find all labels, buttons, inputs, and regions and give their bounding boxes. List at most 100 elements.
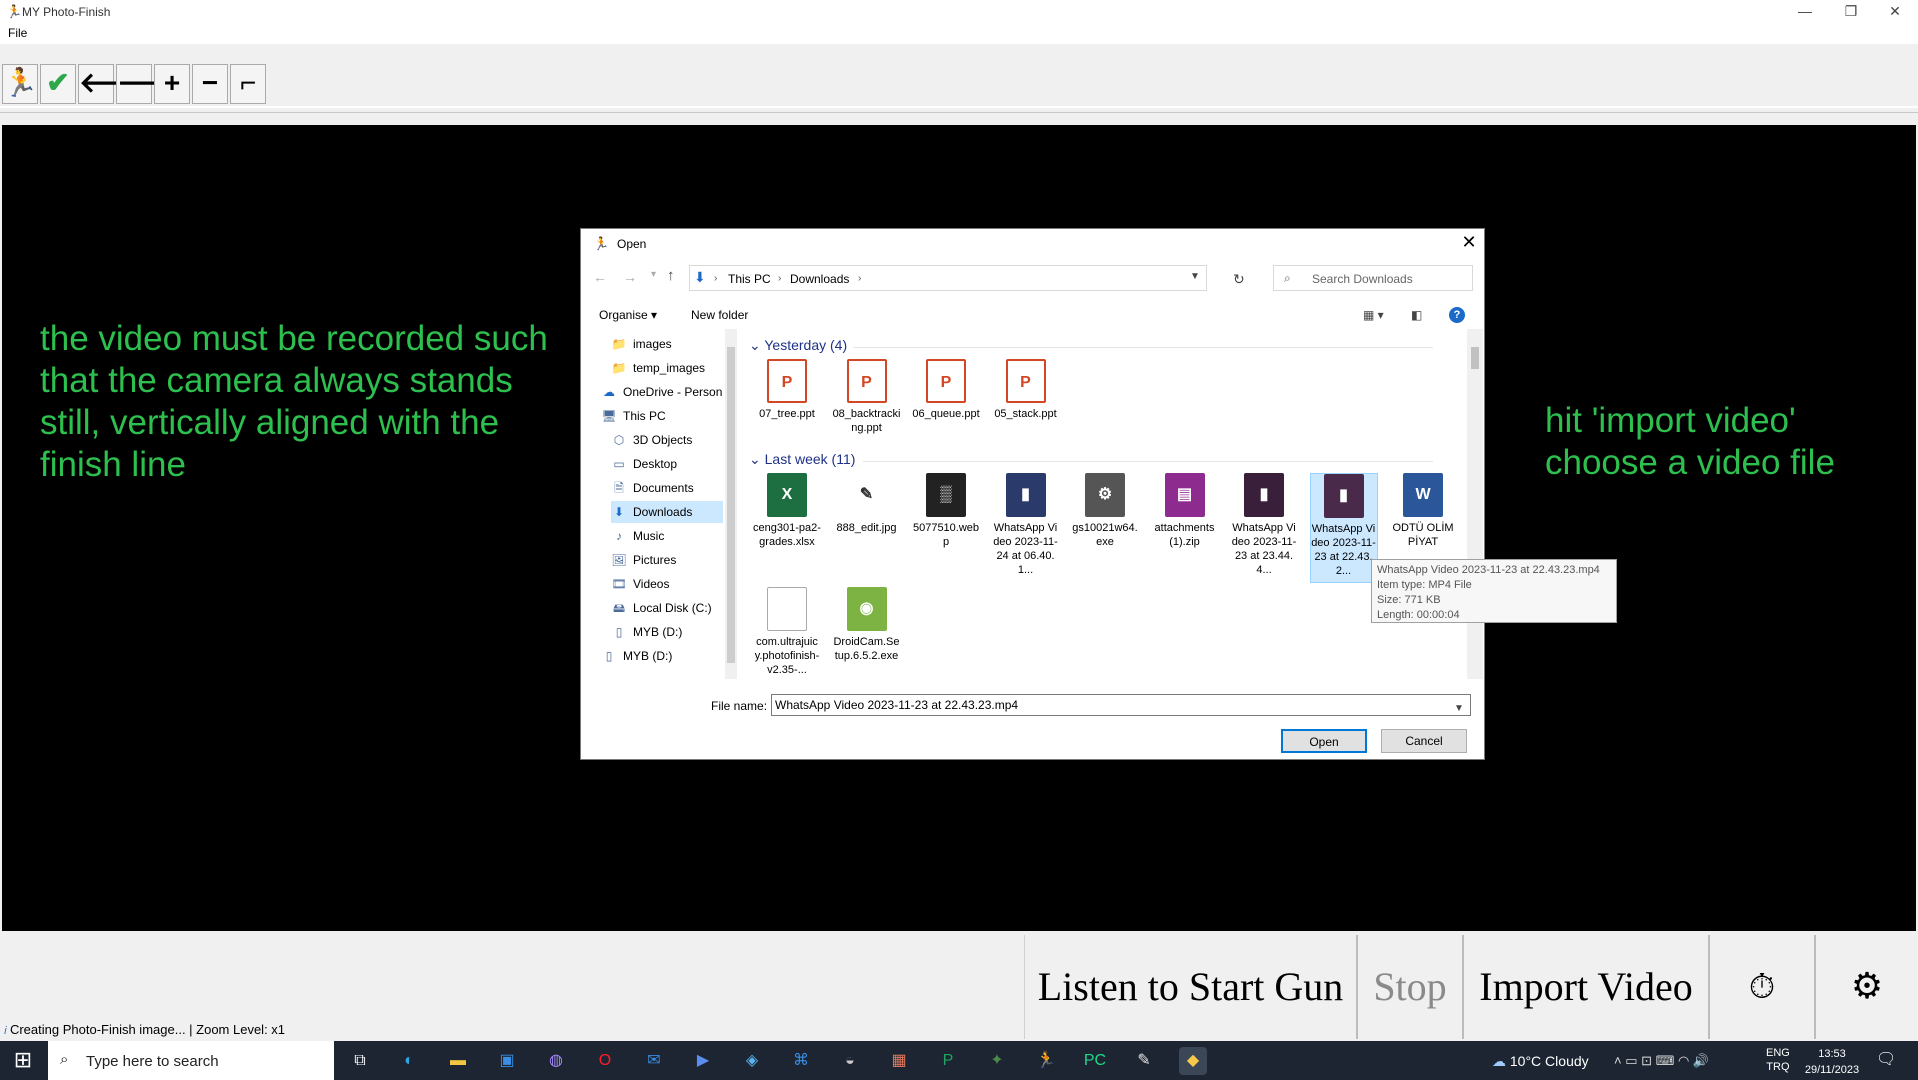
- nav-scrollbar-thumb[interactable]: [727, 347, 735, 663]
- clock-date: 29/11/2023: [1804, 1064, 1860, 1076]
- cloud-icon: ☁: [603, 385, 615, 399]
- runner-button[interactable]: 🏃: [2, 64, 38, 104]
- paint-icon[interactable]: ✎: [1130, 1047, 1158, 1075]
- new-folder-button[interactable]: New folder: [691, 308, 748, 322]
- taskbar-search[interactable]: ⌕ Type here to search: [48, 1041, 334, 1080]
- vscode-icon[interactable]: ⌘: [787, 1047, 815, 1075]
- plus-button[interactable]: +: [154, 64, 190, 104]
- settings-button[interactable]: ⚙: [1814, 935, 1918, 1039]
- task-view-icon[interactable]: ⧉: [346, 1047, 374, 1075]
- view-options-icon[interactable]: ▦ ▾: [1363, 308, 1384, 322]
- nav-item[interactable]: 🎞 Videos: [611, 573, 723, 595]
- minimize-button[interactable]: —: [1782, 0, 1828, 24]
- file-item[interactable]: ◉ DroidCam.Setup.6.5.2.exe: [833, 587, 901, 679]
- safari-icon[interactable]: ◈: [738, 1047, 766, 1075]
- address-bar[interactable]: ⬇ › This PC › Downloads › ▼: [689, 265, 1207, 291]
- python-icon[interactable]: ◆: [1179, 1047, 1207, 1075]
- file-item[interactable]: ✎ 888_edit.jpg: [833, 473, 901, 583]
- disk-app-icon[interactable]: ◒: [836, 1047, 864, 1075]
- app-chevron-icon[interactable]: ▶: [689, 1047, 717, 1075]
- up-arrow-icon[interactable]: ↑: [667, 267, 675, 284]
- back-arrow-icon[interactable]: ←: [593, 269, 607, 285]
- group-header[interactable]: ⌄ Last week (11): [749, 451, 855, 468]
- preview-pane-icon[interactable]: ◧: [1411, 308, 1422, 322]
- file-scrollbar-thumb[interactable]: [1471, 347, 1479, 369]
- app-swirl-icon[interactable]: ◍: [542, 1047, 570, 1075]
- file-item[interactable]: P 08_backtracking.ppt: [833, 359, 901, 443]
- nav-item[interactable]: ▯ MYB (D:): [611, 621, 723, 643]
- file-item[interactable]: ▮ WhatsApp Video 2023-11-24 at 06.40.1...: [992, 473, 1060, 583]
- forward-arrow-icon[interactable]: →: [623, 269, 637, 285]
- file-item[interactable]: P 05_stack.ppt: [992, 359, 1060, 443]
- nav-item[interactable]: ⬇ Downloads: [611, 501, 723, 523]
- weather-widget[interactable]: ☁ 10°C Cloudy: [1492, 1053, 1589, 1070]
- nav-item[interactable]: ▯ MYB (D:): [601, 645, 723, 667]
- explorer-icon[interactable]: ▬: [444, 1047, 472, 1075]
- nav-item[interactable]: ☁ OneDrive - Person: [601, 381, 723, 403]
- app-grid-icon[interactable]: ▦: [885, 1047, 913, 1075]
- file-item[interactable]: P 06_queue.ppt: [912, 359, 980, 443]
- nav-item[interactable]: 🗎 Documents: [611, 477, 723, 499]
- group-header[interactable]: ⌄ Yesterday (4): [749, 337, 847, 354]
- nav-item[interactable]: 🖥 This PC: [601, 405, 723, 427]
- language-indicator[interactable]: ENG TRQ: [1766, 1046, 1790, 1074]
- powerpoint-app-icon[interactable]: P: [934, 1047, 962, 1075]
- file-item[interactable]: Xceng301-pa2-grades.xlsx: [753, 473, 821, 583]
- cancel-button[interactable]: Cancel: [1381, 729, 1467, 753]
- clock[interactable]: 13:53 29/11/2023: [1800, 1046, 1864, 1078]
- nav-item[interactable]: ⬡ 3D Objects: [611, 429, 723, 451]
- nav-item[interactable]: 📁 temp_images: [611, 357, 723, 379]
- edge-icon[interactable]: ◐: [395, 1047, 423, 1075]
- nav-item[interactable]: ♪ Music: [611, 525, 723, 547]
- notification-icon[interactable]: 🗨: [1876, 1049, 1896, 1069]
- refresh-icon[interactable]: ↻: [1233, 271, 1245, 288]
- nav-item[interactable]: ▭ Desktop: [611, 453, 723, 475]
- mail-icon[interactable]: ✉: [640, 1047, 668, 1075]
- search-input[interactable]: ⌕ Search Downloads: [1273, 265, 1473, 291]
- recent-locations-icon[interactable]: ▾: [651, 269, 656, 280]
- file-item[interactable]: ▮ WhatsApp Video 2023-11-23 at 23.44.4...: [1230, 473, 1298, 583]
- store-icon[interactable]: ▣: [493, 1047, 521, 1075]
- nav-item[interactable]: 🖼 Pictures: [611, 549, 723, 571]
- file-item[interactable]: ⚙ gs10021w64.exe: [1071, 473, 1139, 583]
- file-item[interactable]: com.ultrajuicy.photofinish-v2.35-...: [753, 587, 821, 679]
- arrow-left-button[interactable]: 🡐: [78, 64, 154, 104]
- restore-button[interactable]: ❐: [1828, 0, 1874, 24]
- chevron-down-icon[interactable]: ▼: [1454, 699, 1464, 719]
- open-file-dialog: 🏃 Open ✕ ← → ▾ ↑ ⬇ › This PC › Downloads…: [580, 228, 1617, 760]
- breadcrumb-downloads[interactable]: Downloads: [790, 272, 849, 286]
- check-button[interactable]: ✔: [40, 64, 76, 104]
- pistol-button[interactable]: ⌐: [230, 64, 266, 104]
- file-item[interactable]: P 07_tree.ppt: [753, 359, 821, 443]
- minus-button[interactable]: −: [192, 64, 228, 104]
- listen-start-gun-button[interactable]: Listen to Start Gun: [1024, 935, 1356, 1039]
- opera-icon[interactable]: O: [591, 1047, 619, 1075]
- chevron-down-icon[interactable]: ▼: [1190, 271, 1200, 282]
- organise-button[interactable]: Organise ▾: [599, 308, 657, 322]
- open-button[interactable]: Open: [1281, 729, 1367, 753]
- file-item[interactable]: ▤ attachments (1).zip: [1151, 473, 1219, 583]
- dialog-close-button[interactable]: ✕: [1455, 231, 1483, 255]
- close-button[interactable]: ✕: [1872, 0, 1918, 24]
- runner-app-icon[interactable]: 🏃: [1032, 1047, 1060, 1075]
- nav-item-label: MYB (D:): [623, 649, 673, 663]
- windows-start-icon[interactable]: ⊞: [8, 1049, 38, 1075]
- import-video-button[interactable]: Import Video: [1462, 935, 1708, 1039]
- file-item[interactable]: ▒ 5077510.webp: [912, 473, 980, 583]
- help-icon[interactable]: ?: [1449, 307, 1465, 323]
- stopwatch-button[interactable]: ⏱: [1708, 935, 1814, 1039]
- nav-item[interactable]: 📁 images: [611, 333, 723, 355]
- file-name-field[interactable]: WhatsApp Video 2023-11-23 at 22.43.23.mp…: [771, 694, 1471, 716]
- file-scrollbar[interactable]: [1467, 329, 1483, 679]
- system-tray[interactable]: ˄ ▭ ⊡ ⌨ ◠ 🔊: [1614, 1053, 1709, 1069]
- app-dark-icon[interactable]: ✦: [983, 1047, 1011, 1075]
- ppt-icon: P: [926, 359, 966, 403]
- breadcrumb-this-pc[interactable]: This PC: [728, 272, 771, 286]
- arrow-right-button[interactable]: 🡒: [116, 64, 192, 104]
- stop-button[interactable]: Stop: [1356, 935, 1462, 1039]
- nav-item[interactable]: 🖴 Local Disk (C:): [611, 597, 723, 619]
- nav-item-label: Pictures: [633, 553, 677, 567]
- file-item[interactable]: ▮ WhatsApp Video 2023-11-23 at 22.43.2...: [1309, 473, 1378, 583]
- menu-file[interactable]: File: [8, 26, 27, 40]
- pycharm-icon[interactable]: PC: [1081, 1047, 1109, 1075]
